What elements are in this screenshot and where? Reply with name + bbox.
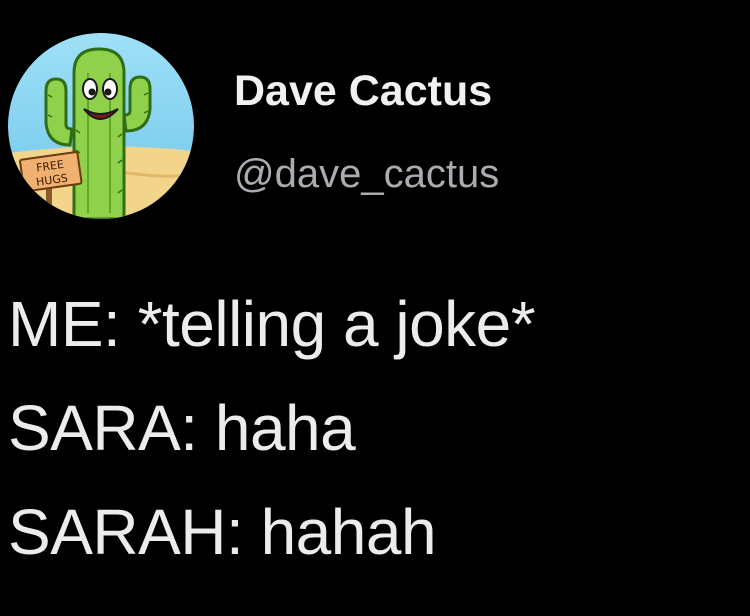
author-display-name[interactable]: Dave Cactus: [234, 66, 492, 116]
tweet-line: SARA: haha: [8, 392, 356, 464]
tweet-line: SARAH: hahah: [8, 496, 437, 568]
tweet-text: ME: *telling a joke* SARA: haha SARAH: h…: [8, 272, 748, 584]
cactus-icon: FREE HUGS: [8, 33, 194, 219]
tweet-header: FREE HUGS Dave Cactus @dave_cactus: [0, 0, 750, 240]
tweet-line: ME: *telling a joke*: [8, 288, 536, 360]
author-handle[interactable]: @dave_cactus: [234, 150, 499, 198]
tweet-card: FREE HUGS Dave Cactus @dave_cactus ME: *…: [0, 0, 750, 616]
avatar[interactable]: FREE HUGS: [8, 33, 194, 219]
